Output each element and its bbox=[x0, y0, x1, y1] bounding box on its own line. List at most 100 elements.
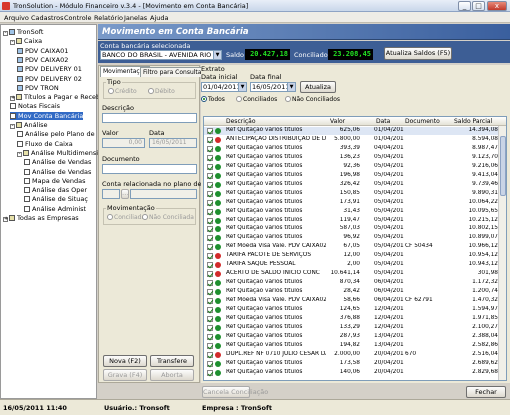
reconcile-checkbox[interactable] bbox=[207, 145, 213, 152]
reconcile-checkbox[interactable] bbox=[207, 208, 213, 215]
reconcile-checkbox[interactable] bbox=[207, 324, 213, 331]
tree-item[interactable]: Mov Conta Bancária bbox=[10, 111, 84, 120]
tree-item[interactable]: PDV DELIVERY 02 bbox=[17, 75, 82, 83]
collapse-icon[interactable]: - bbox=[17, 151, 22, 157]
reconcile-checkbox[interactable] bbox=[207, 226, 213, 233]
expand-icon[interactable]: + bbox=[3, 217, 8, 222]
table-row[interactable]: Ref Quitação vários títulos 96,92 05/04/20… bbox=[204, 234, 500, 242]
reconcile-checkbox[interactable] bbox=[207, 262, 213, 269]
menu-controle[interactable]: Controle bbox=[64, 14, 92, 22]
todos-radio[interactable]: Todos bbox=[201, 96, 225, 103]
reconcile-checkbox[interactable] bbox=[207, 154, 213, 161]
conta-code-input[interactable] bbox=[102, 189, 120, 199]
conciliada-radio[interactable]: Conciliada bbox=[107, 214, 145, 221]
reconcile-checkbox[interactable] bbox=[207, 235, 213, 242]
table-row[interactable]: Ref Quitação vários títulos 870,34 06/04/2… bbox=[204, 279, 500, 287]
maximize-button[interactable]: □ bbox=[472, 1, 485, 11]
table-row[interactable]: Ref Quitação vários títulos 31,43 05/04/20… bbox=[204, 208, 500, 216]
table-row[interactable]: ACERTO DE SALDO INICIO CONC 10.641,14 05/0… bbox=[204, 270, 500, 278]
tree-item[interactable]: Análise Administ bbox=[24, 205, 86, 213]
conciliados-radio[interactable]: Conciliados bbox=[236, 96, 277, 103]
credito-radio[interactable]: Crédito bbox=[108, 88, 137, 95]
tree-item[interactable]: Análise de Situaç bbox=[24, 195, 88, 203]
tree-item[interactable]: PDV CAIXA02 bbox=[17, 56, 68, 64]
reconcile-checkbox[interactable] bbox=[207, 351, 213, 358]
menu-arquivo[interactable]: Arquivo bbox=[4, 14, 29, 22]
tree-item[interactable]: Análise de Vendas bbox=[24, 168, 91, 176]
table-row[interactable]: Ref Quitação vários títulos 136,23 05/04/2… bbox=[204, 154, 500, 162]
conta-search-button[interactable]: … bbox=[121, 189, 129, 199]
reconcile-checkbox[interactable] bbox=[207, 190, 213, 197]
tree-item[interactable]: + Todas as Empresas bbox=[3, 214, 79, 222]
reconcile-checkbox[interactable] bbox=[207, 128, 213, 134]
atualiza-button[interactable]: Atualiza bbox=[300, 81, 336, 93]
tree-item[interactable]: Análise de Vendas bbox=[24, 158, 91, 166]
menu-cadastros[interactable]: Cadastros bbox=[31, 14, 63, 22]
table-row[interactable]: Ref Quitação vários títulos 587,03 05/04/2… bbox=[204, 225, 500, 233]
tree-item[interactable]: Notas Fiscais bbox=[10, 102, 60, 110]
table-row[interactable]: Ref Quitação vários títulos 625,06 01/04/2… bbox=[204, 127, 500, 135]
tree-item[interactable]: PDV CAIXA01 bbox=[17, 47, 68, 55]
minimize-button[interactable]: _ bbox=[458, 1, 471, 11]
reconcile-checkbox[interactable] bbox=[207, 369, 213, 376]
table-row[interactable]: Ref Quitação vários títulos 124,65 12/04/2… bbox=[204, 306, 500, 314]
table-row[interactable]: Ref Quitação vários títulos 140,06 20/04/2… bbox=[204, 369, 500, 377]
reconcile-checkbox[interactable] bbox=[207, 244, 213, 251]
reconcile-checkbox[interactable] bbox=[207, 315, 213, 322]
collapse-icon[interactable]: - bbox=[10, 40, 15, 46]
reconcile-checkbox[interactable] bbox=[207, 280, 213, 287]
reconcile-checkbox[interactable] bbox=[207, 307, 213, 313]
tree-item[interactable]: PDV DELIVERY 01 bbox=[17, 65, 82, 73]
scrollbar-thumb[interactable] bbox=[500, 136, 506, 196]
reconcile-checkbox[interactable] bbox=[207, 163, 213, 170]
aborta-button[interactable]: Aborta bbox=[150, 369, 194, 381]
expand-icon[interactable]: + bbox=[10, 96, 15, 102]
table-row[interactable]: Ref Quitação vários títulos 196,98 05/04/2… bbox=[204, 172, 500, 180]
update-balances-button[interactable]: Atualiza Saldos (F5) bbox=[384, 47, 452, 60]
reconcile-checkbox[interactable] bbox=[207, 253, 213, 260]
data-inicial-input[interactable]: 01/04/2011 ▼ bbox=[201, 82, 247, 92]
cancela-conciliacao-button[interactable]: Cancela Conciliação bbox=[202, 386, 268, 398]
table-row[interactable]: TARIFA PACOTE DE SERVIÇOS 12,00 05/04/201 1… bbox=[204, 252, 500, 260]
col-valor[interactable]: Valor bbox=[330, 118, 345, 125]
table-row[interactable]: Ref Quitação vários títulos 173,58 20/04/2… bbox=[204, 360, 500, 368]
tree-item[interactable]: - TronSoft bbox=[3, 28, 43, 36]
nao-conciliada-radio[interactable]: Não Conciliada bbox=[142, 214, 194, 221]
data-input[interactable]: 16/05/2011 bbox=[149, 138, 197, 148]
documento-input[interactable] bbox=[102, 164, 197, 174]
account-select[interactable]: BANCO DO BRASIL - AVENIDA RIO BRANCO▼ bbox=[100, 50, 222, 60]
fechar-button[interactable]: Fechar bbox=[466, 386, 506, 398]
reconcile-checkbox[interactable] bbox=[207, 136, 213, 143]
table-row[interactable]: Ref Quitação vários títulos 28,42 06/04/20… bbox=[204, 288, 500, 296]
col-data[interactable]: Data bbox=[376, 118, 390, 125]
table-row[interactable]: Ref Moeda Visa Vale. PDV CAIXA02 Visa Va… bbox=[204, 243, 500, 251]
table-row[interactable]: ANTECIPAÇÃO DISTRIBUIÇÃO DE LUC... 5.800,… bbox=[204, 136, 500, 144]
tree-item[interactable]: Mapa de Vendas bbox=[24, 177, 86, 185]
tree-item[interactable]: - Caixa bbox=[10, 37, 42, 46]
reconcile-checkbox[interactable] bbox=[207, 217, 213, 224]
table-row[interactable]: Ref Quitação vários títulos 393,39 04/04/2… bbox=[204, 145, 500, 153]
tab-filtro[interactable]: Filtro para Consulta bbox=[140, 67, 205, 77]
col-saldo-parcial[interactable]: Saldo Parcial bbox=[454, 118, 492, 125]
table-row[interactable]: Ref Quitação vários títulos 287,93 13/04/2… bbox=[204, 333, 500, 341]
grava-button[interactable]: Grava (F4) bbox=[103, 369, 147, 381]
reconcile-checkbox[interactable] bbox=[207, 172, 213, 179]
collapse-icon[interactable]: - bbox=[3, 31, 8, 36]
table-row[interactable]: Ref Quitação vários títulos 173,91 05/04/2… bbox=[204, 199, 500, 207]
collapse-icon[interactable]: - bbox=[10, 124, 15, 129]
table-row[interactable]: TARIFA SAQUE PESSOAL 2,00 05/04/2011 10.943… bbox=[204, 261, 500, 269]
data-final-input[interactable]: 16/05/2011 ▼ bbox=[250, 82, 296, 92]
col-descricao[interactable]: Descrição bbox=[226, 118, 256, 125]
tree-item[interactable]: Análise das Oper bbox=[24, 186, 87, 194]
col-documento[interactable]: Documento bbox=[405, 118, 440, 125]
nao-conciliados-radio[interactable]: Não Conciliados bbox=[285, 96, 340, 103]
conta-name-input[interactable] bbox=[130, 189, 197, 199]
reconcile-checkbox[interactable] bbox=[207, 271, 213, 278]
reconcile-checkbox[interactable] bbox=[207, 333, 213, 340]
menu-ajuda[interactable]: Ajuda bbox=[150, 14, 168, 22]
reconcile-checkbox[interactable] bbox=[207, 289, 213, 296]
table-row[interactable]: Ref Quitação vários títulos 150,85 05/04/2… bbox=[204, 190, 500, 198]
table-row[interactable]: Ref Moeda Visa Vale. PDV CAIXA02 Visa Va… bbox=[204, 297, 500, 305]
table-row[interactable]: Ref Quitação vários títulos 133,29 12/04/2… bbox=[204, 324, 500, 332]
reconcile-checkbox[interactable] bbox=[207, 342, 213, 349]
